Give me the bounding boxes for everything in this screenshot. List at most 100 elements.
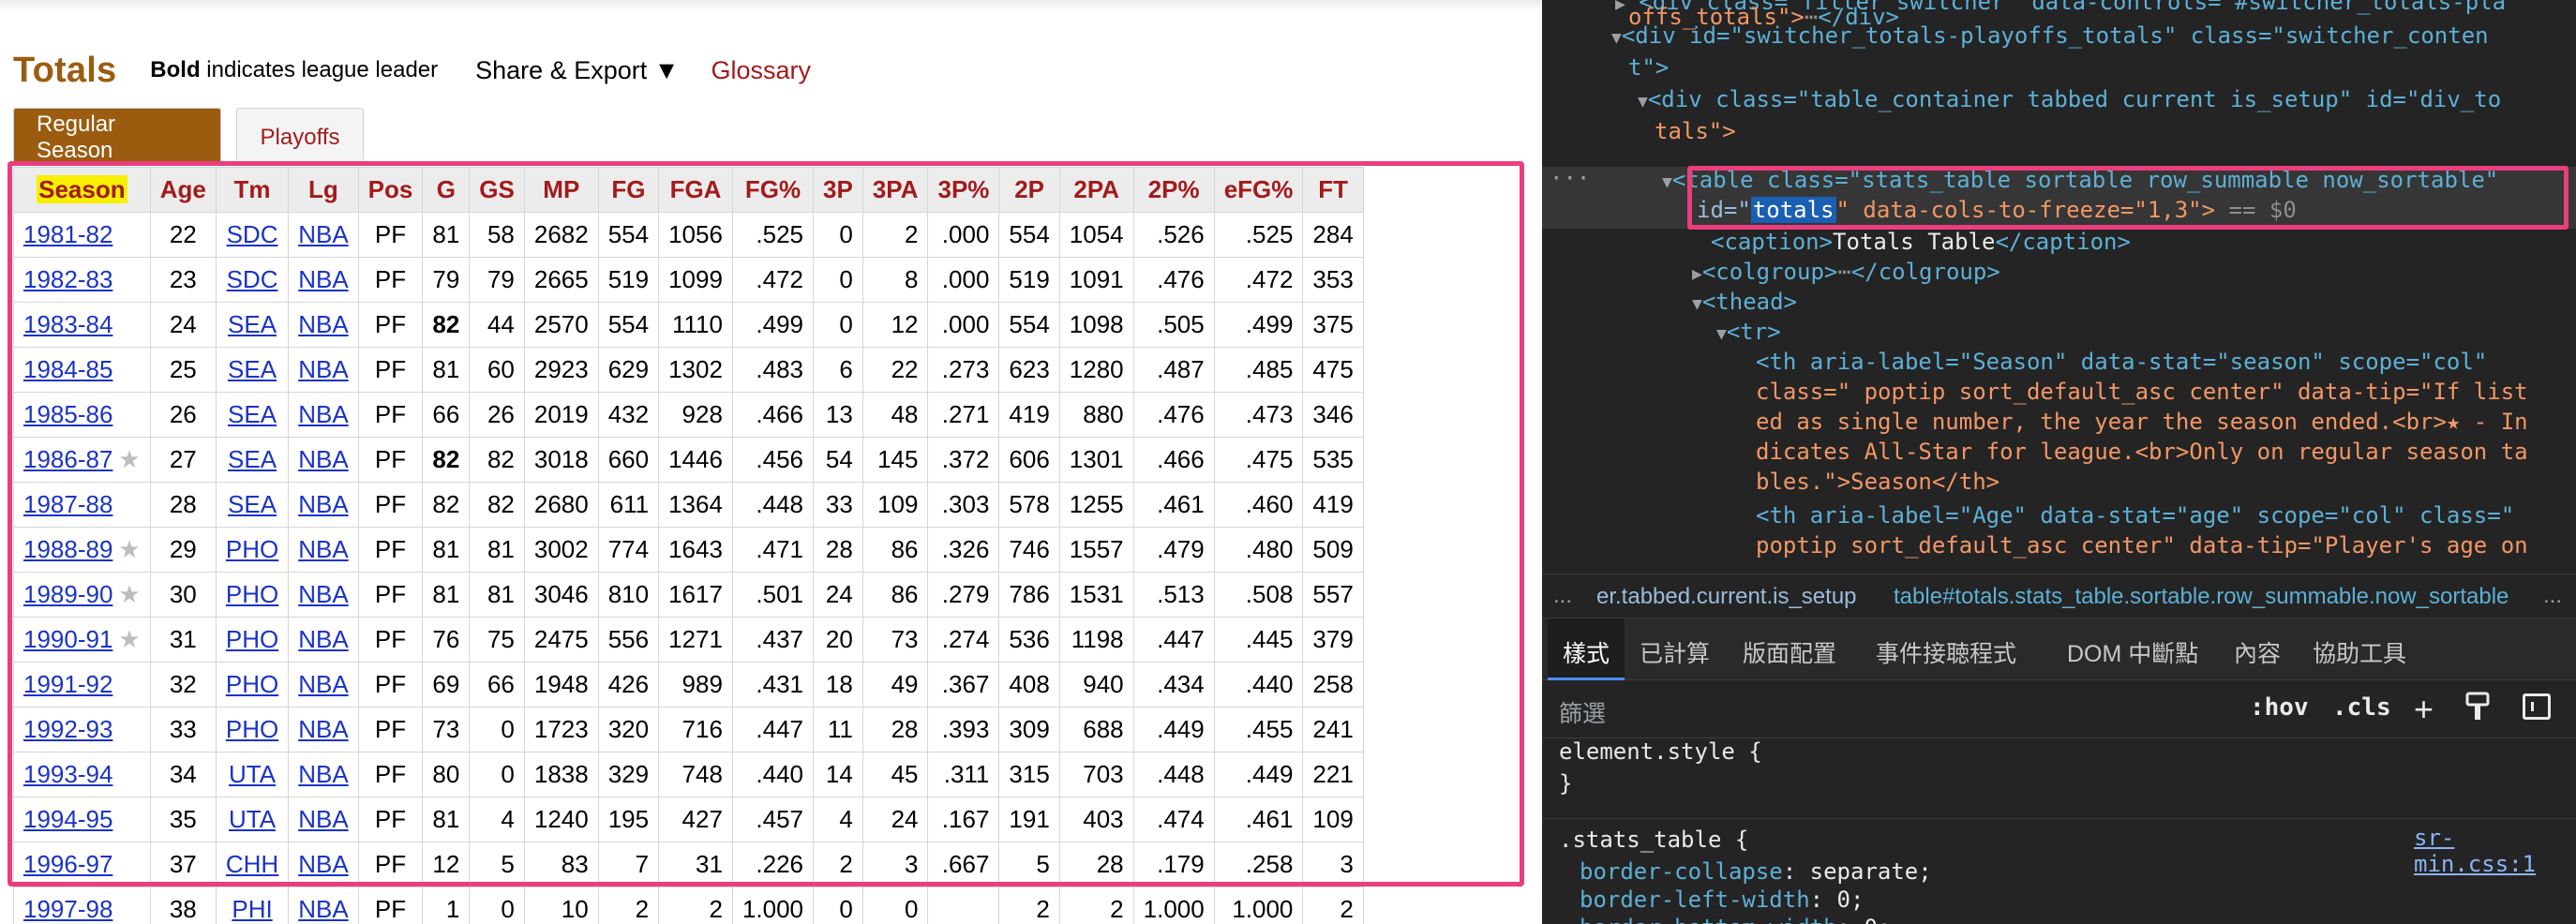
team-link[interactable]: PHO (226, 715, 278, 743)
column-header[interactable]: Age (149, 167, 217, 213)
team-link[interactable]: UTA (229, 760, 276, 788)
expand-triangle-icon[interactable]: ▶ (1692, 264, 1702, 284)
collapse-triangle-icon[interactable]: ▼ (1716, 324, 1727, 344)
league-link[interactable]: NBA (298, 670, 348, 698)
tab-dom-breakpoints[interactable]: DOM 中斷點 (2067, 635, 2198, 669)
column-header[interactable]: G (422, 167, 471, 213)
dom-line-thead[interactable]: ▼<thead> (1692, 287, 1797, 320)
season-link[interactable]: 1987-88 (23, 490, 112, 518)
team-link[interactable]: SEA (228, 445, 277, 473)
class-toggle[interactable]: .cls (2332, 693, 2391, 722)
column-header[interactable]: 3P (813, 167, 863, 213)
season-link[interactable]: 1981-82 (23, 220, 112, 248)
expand-triangle-icon[interactable]: ▶ (1615, 0, 1625, 14)
team-link[interactable]: SEA (228, 355, 277, 383)
column-header[interactable]: Tm (215, 167, 290, 213)
css-declaration[interactable]: border-bottom-width: 0; (1580, 915, 1891, 924)
collapse-triangle-icon[interactable]: ▼ (1692, 294, 1702, 314)
tab-event-listeners[interactable]: 事件接聴程式 (1876, 635, 2016, 669)
dom-line-switcher-div[interactable]: ▼<div id="switcher_totals-playoffs_total… (1611, 21, 2489, 53)
team-link[interactable]: SEA (228, 490, 277, 518)
css-declaration[interactable]: border-left-width: 0; (1580, 887, 1864, 913)
season-link[interactable]: 1985-86 (23, 400, 112, 428)
tab-styles[interactable]: 樣式 (1548, 618, 1625, 680)
toggle-sidebar-icon[interactable] (2523, 693, 2551, 720)
team-link[interactable]: PHO (226, 670, 278, 698)
tab-regular-season[interactable]: Regular Season (13, 108, 221, 166)
column-header[interactable]: FG% (731, 167, 815, 213)
team-link[interactable]: SEA (228, 400, 277, 428)
collapse-triangle-icon[interactable]: ▼ (1611, 28, 1622, 48)
breadcrumb-item-table[interactable]: table#totals.stats_table.sortable.row_su… (1894, 584, 2509, 610)
season-link[interactable]: 1990-91 (23, 625, 112, 653)
dom-line-th-season[interactable]: <th aria-label="Season" data-stat="seaso… (1756, 347, 2487, 378)
column-header[interactable]: Season (13, 167, 151, 213)
column-header[interactable]: 2PA (1058, 167, 1134, 213)
team-link[interactable]: CHH (226, 850, 278, 878)
season-link[interactable]: 1994-95 (23, 805, 112, 833)
league-link[interactable]: NBA (298, 355, 348, 383)
dom-line-tr[interactable]: ▼<tr> (1716, 317, 1781, 350)
column-header[interactable]: FT (1302, 167, 1364, 213)
league-link[interactable]: NBA (298, 310, 348, 338)
ellipsis-icon[interactable]: ⋯ (1837, 259, 1850, 285)
node-actions-ellipsis-icon[interactable]: ··· (1550, 165, 1590, 191)
league-link[interactable]: NBA (298, 805, 348, 833)
season-link[interactable]: 1991-92 (23, 670, 112, 698)
team-link[interactable]: SDC (227, 265, 278, 293)
league-link[interactable]: NBA (298, 490, 348, 518)
team-link[interactable]: PHO (226, 535, 278, 563)
tab-accessibility[interactable]: 協助工具 (2313, 635, 2406, 669)
league-link[interactable]: NBA (298, 265, 348, 293)
column-header[interactable]: Lg (288, 167, 359, 213)
dom-line-colgroup[interactable]: ▶<colgroup>⋯</colgroup> (1692, 257, 2000, 290)
tab-playoffs[interactable]: Playoffs (236, 108, 364, 166)
column-header[interactable]: 3P% (927, 167, 1000, 213)
season-link[interactable]: 1983-84 (23, 310, 112, 338)
season-link[interactable]: 1992-93 (23, 715, 112, 743)
league-link[interactable]: NBA (298, 220, 348, 248)
collapse-triangle-icon[interactable]: ▼ (1662, 172, 1672, 192)
team-link[interactable]: PHO (226, 580, 278, 608)
column-header[interactable]: Pos (357, 167, 424, 213)
season-link[interactable]: 1989-90 (23, 580, 112, 608)
column-header[interactable]: 3PA (861, 167, 929, 213)
league-link[interactable]: NBA (298, 580, 348, 608)
dom-line-th-age[interactable]: <th aria-label="Age" data-stat="age" sco… (1756, 500, 2514, 531)
league-link[interactable]: NBA (298, 760, 348, 788)
tab-properties[interactable]: 內容 (2234, 635, 2281, 669)
league-link[interactable]: NBA (298, 895, 348, 923)
league-link[interactable]: NBA (298, 625, 348, 653)
league-link[interactable]: NBA (298, 400, 348, 428)
column-header[interactable]: FGA (658, 167, 733, 213)
tab-computed[interactable]: 已計算 (1640, 635, 1710, 669)
season-link[interactable]: 1984-85 (23, 355, 112, 383)
share-export-menu[interactable]: Share & Export ▼ (475, 56, 679, 85)
dom-line-caption[interactable]: <caption>Totals Table</caption> (1711, 227, 2131, 258)
css-declaration[interactable]: border-collapse: separate; (1580, 858, 1932, 885)
glossary-link[interactable]: Glossary (711, 56, 811, 85)
new-rule-plus-icon[interactable]: + (2414, 690, 2434, 729)
league-link[interactable]: NBA (298, 445, 348, 473)
league-link[interactable]: NBA (298, 715, 348, 743)
tab-layout[interactable]: 版面配置 (1743, 635, 1836, 669)
column-header[interactable]: eFG% (1213, 167, 1304, 213)
season-link[interactable]: 1996-97 (23, 850, 112, 878)
league-link[interactable]: NBA (298, 850, 348, 878)
hover-state-toggle[interactable]: :hov (2250, 693, 2309, 722)
breadcrumb-end[interactable]: ... (2543, 583, 2562, 609)
column-header[interactable]: FG (597, 167, 660, 213)
team-link[interactable]: SDC (227, 220, 278, 248)
team-link[interactable]: UTA (229, 805, 276, 833)
collapse-triangle-icon[interactable]: ▼ (1638, 92, 1648, 112)
season-link[interactable]: 1982-83 (23, 265, 112, 293)
league-link[interactable]: NBA (298, 535, 348, 563)
paint-brush-icon[interactable] (2465, 692, 2490, 722)
team-link[interactable]: SEA (228, 310, 277, 338)
team-link[interactable]: PHI (232, 895, 272, 923)
column-header[interactable]: MP (523, 167, 599, 213)
season-link[interactable]: 1993-94 (23, 760, 112, 788)
breadcrumb-more[interactable]: ... (1553, 583, 1572, 609)
stats-table-selector[interactable]: .stats_table { (1559, 827, 1748, 853)
column-header[interactable]: 2P (998, 167, 1060, 213)
